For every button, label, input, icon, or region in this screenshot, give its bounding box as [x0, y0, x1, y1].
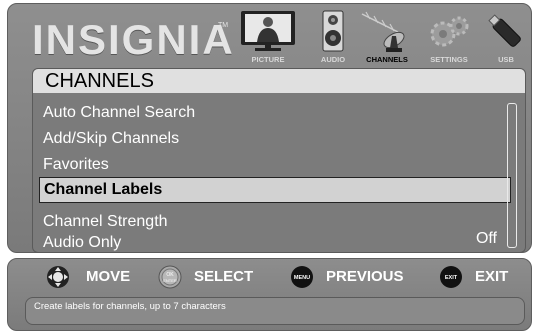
button-hints: MOVE OK ENTER SELECT MENU PREVIOUS EXIT …: [8, 259, 531, 297]
help-bar: MOVE OK ENTER SELECT MENU PREVIOUS EXIT …: [7, 258, 532, 331]
tab-audio-label: AUDIO: [320, 55, 346, 64]
usb-drive-icon: [488, 14, 521, 47]
help-description: Create labels for channels, up to 7 char…: [25, 297, 525, 325]
tab-usb[interactable]: USB: [484, 10, 528, 64]
submenu-title: CHANNELS: [32, 68, 526, 94]
move-hint: MOVE: [86, 268, 131, 285]
menu-button-icon: MENU: [291, 266, 313, 288]
menu-item-favorites[interactable]: Favorites: [43, 153, 109, 177]
menu-scrollbar[interactable]: [507, 103, 517, 248]
insignia-logo: INSIGNIA: [32, 16, 235, 63]
tab-settings-label: SETTINGS: [430, 55, 468, 64]
tab-picture[interactable]: PICTURE: [233, 10, 303, 64]
menu-item-channel-labels[interactable]: Channel Labels: [39, 177, 511, 203]
main-menu-panel: INSIGNIA TM PICTURE AUDIO CHANNELS SETTI…: [7, 3, 532, 253]
select-hint: SELECT: [194, 268, 254, 285]
tv-picture-icon: [241, 11, 295, 51]
menu-icon-text: MENU: [294, 275, 310, 281]
tab-channels[interactable]: CHANNELS: [357, 10, 417, 64]
audio-only-value: Off: [475, 230, 497, 247]
gears-icon: [430, 16, 469, 47]
logo-trademark: TM: [218, 22, 229, 29]
menu-item-add-skip-channels[interactable]: Add/Skip Channels: [43, 127, 179, 151]
tab-usb-label: USB: [498, 55, 514, 64]
enter-icon-text: ENTER: [163, 278, 177, 283]
exit-button-icon: EXIT: [440, 266, 462, 288]
tab-settings[interactable]: SETTINGS: [422, 10, 476, 64]
exit-icon-text: EXIT: [445, 275, 458, 281]
menu-item-audio-only[interactable]: Audio Only: [43, 231, 121, 255]
ok-enter-icon: OK ENTER: [158, 265, 182, 289]
channels-menu-list: Auto Channel Search Add/Skip Channels Fa…: [32, 93, 526, 253]
tab-picture-label: PICTURE: [251, 55, 285, 64]
exit-hint: EXIT: [475, 268, 509, 285]
menu-item-auto-channel-search[interactable]: Auto Channel Search: [43, 101, 195, 125]
speaker-icon: [322, 10, 344, 52]
tab-audio[interactable]: AUDIO: [311, 10, 355, 64]
previous-hint: PREVIOUS: [326, 268, 404, 285]
tab-channels-label: CHANNELS: [366, 55, 408, 64]
antenna-icon: [361, 11, 405, 52]
move-arrows-icon: [47, 266, 69, 288]
